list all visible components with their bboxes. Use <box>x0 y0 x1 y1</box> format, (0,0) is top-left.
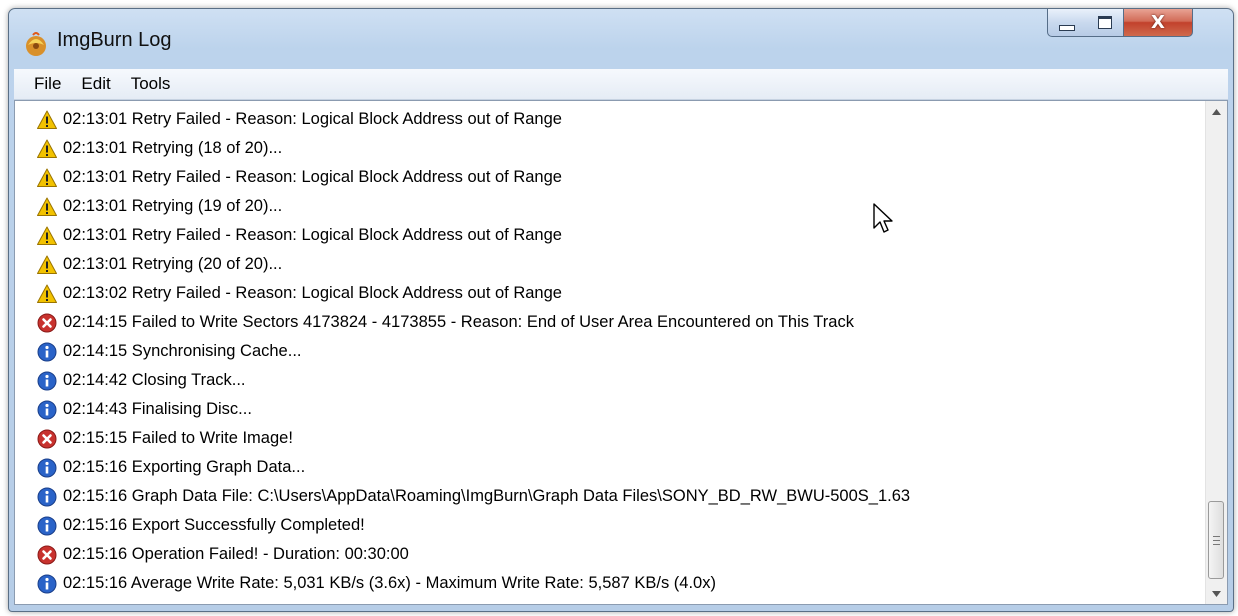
error-icon <box>37 429 57 448</box>
scroll-up-icon <box>1212 108 1221 115</box>
menu-file[interactable]: File <box>14 74 71 94</box>
scroll-down-button[interactable] <box>1206 583 1227 604</box>
log-entry-text: 02:14:42 Closing Track... <box>63 371 246 389</box>
close-button[interactable]: X <box>1123 9 1193 37</box>
minimize-button[interactable] <box>1047 9 1087 37</box>
warning-icon <box>37 226 57 245</box>
warning-icon <box>37 197 57 216</box>
log-entry-text: 02:14:15 Failed to Write Sectors 4173824… <box>63 313 854 331</box>
warning-icon <box>37 110 57 129</box>
log-entry[interactable]: 02:15:16 Graph Data File: C:\Users\AppDa… <box>15 482 1205 511</box>
error-icon <box>37 545 57 564</box>
log-entries: 02:13:01 Retry Failed - Reason: Logical … <box>15 105 1205 598</box>
title-bar[interactable]: ImgBurn Log X <box>9 9 1233 67</box>
log-entry-text: 02:13:01 Retry Failed - Reason: Logical … <box>63 226 562 244</box>
vertical-scrollbar[interactable] <box>1205 101 1227 604</box>
log-entry[interactable]: 02:14:43 Finalising Disc... <box>15 395 1205 424</box>
menu-tools[interactable]: Tools <box>121 74 181 94</box>
log-entry[interactable]: 02:14:15 Synchronising Cache... <box>15 337 1205 366</box>
warning-icon <box>37 255 57 274</box>
info-icon <box>37 516 57 535</box>
close-icon: X <box>1151 12 1165 33</box>
log-entry[interactable]: 02:15:16 Export Successfully Completed! <box>15 511 1205 540</box>
info-icon <box>37 371 57 390</box>
log-entry-text: 02:15:15 Failed to Write Image! <box>63 429 293 447</box>
log-entry-text: 02:15:16 Graph Data File: C:\Users\AppDa… <box>63 487 911 505</box>
log-entry[interactable]: 02:15:15 Failed to Write Image! <box>15 424 1205 453</box>
log-entry-text: 02:15:16 Operation Failed! - Duration: 0… <box>63 545 409 563</box>
maximize-button[interactable] <box>1086 9 1124 37</box>
mouse-pointer-icon <box>873 203 893 233</box>
minimize-icon <box>1059 24 1075 31</box>
log-entry[interactable]: 02:13:01 Retry Failed - Reason: Logical … <box>15 221 1205 250</box>
log-entry[interactable]: 02:13:01 Retry Failed - Reason: Logical … <box>15 163 1205 192</box>
menu-bar: File Edit Tools <box>14 69 1228 100</box>
log-entry[interactable]: 02:13:01 Retrying (18 of 20)... <box>15 134 1205 163</box>
log-entry-text: 02:15:16 Export Successfully Completed! <box>63 516 365 534</box>
menu-edit[interactable]: Edit <box>71 74 120 94</box>
log-entry-text: 02:13:01 Retrying (18 of 20)... <box>63 139 283 157</box>
log-entry[interactable]: 02:14:42 Closing Track... <box>15 366 1205 395</box>
info-icon <box>37 342 57 361</box>
log-entry[interactable]: 02:13:02 Retry Failed - Reason: Logical … <box>15 279 1205 308</box>
info-icon <box>37 400 57 419</box>
scroll-down-icon <box>1212 590 1221 597</box>
scroll-up-button[interactable] <box>1206 101 1227 122</box>
log-entry-text: 02:15:16 Average Write Rate: 5,031 KB/s … <box>63 574 716 592</box>
log-entry-text: 02:14:43 Finalising Disc... <box>63 400 252 418</box>
log-entry[interactable]: 02:13:01 Retrying (20 of 20)... <box>15 250 1205 279</box>
warning-icon <box>37 168 57 187</box>
log-entry-text: 02:13:02 Retry Failed - Reason: Logical … <box>63 284 562 302</box>
log-entry[interactable]: 02:15:16 Average Write Rate: 5,031 KB/s … <box>15 569 1205 598</box>
log-entry[interactable]: 02:15:16 Operation Failed! - Duration: 0… <box>15 540 1205 569</box>
imgburn-log-window: ImgBurn Log X File Edit Tools 02:13:01 R… <box>8 8 1234 612</box>
log-entry-text: 02:13:01 Retry Failed - Reason: Logical … <box>63 168 562 186</box>
error-icon <box>37 313 57 332</box>
info-icon <box>37 458 57 477</box>
log-entry-text: 02:15:16 Exporting Graph Data... <box>63 458 306 476</box>
log-list-box[interactable]: 02:13:01 Retry Failed - Reason: Logical … <box>14 100 1228 605</box>
log-entry-text: 02:13:01 Retrying (19 of 20)... <box>63 197 283 215</box>
log-entry-text: 02:13:01 Retrying (20 of 20)... <box>63 255 283 273</box>
window-title: ImgBurn Log <box>57 29 172 51</box>
imgburn-app-icon <box>26 32 46 56</box>
info-icon <box>37 487 57 506</box>
log-entry-text: 02:13:01 Retry Failed - Reason: Logical … <box>63 110 562 128</box>
maximize-icon <box>1097 16 1112 29</box>
warning-icon <box>37 284 57 303</box>
info-icon <box>37 574 57 593</box>
log-entry-text: 02:14:15 Synchronising Cache... <box>63 342 302 360</box>
log-entry[interactable]: 02:15:16 Exporting Graph Data... <box>15 453 1205 482</box>
log-entry[interactable]: 02:13:01 Retry Failed - Reason: Logical … <box>15 105 1205 134</box>
log-entry[interactable]: 02:13:01 Retrying (19 of 20)... <box>15 192 1205 221</box>
scroll-thumb[interactable] <box>1208 501 1224 579</box>
scroll-grip-icon <box>1212 535 1220 545</box>
warning-icon <box>37 139 57 158</box>
log-entry[interactable]: 02:14:15 Failed to Write Sectors 4173824… <box>15 308 1205 337</box>
